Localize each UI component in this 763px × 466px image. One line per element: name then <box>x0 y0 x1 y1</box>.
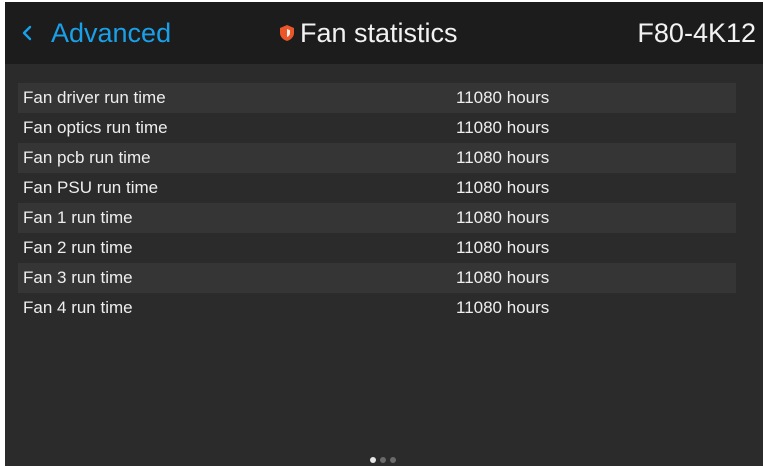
row-value: 11080 hours <box>456 118 550 137</box>
back-label: Advanced <box>51 18 172 48</box>
row-value: 11080 hours <box>456 268 550 287</box>
table-row: Fan 1 run time 11080 hours <box>18 203 736 233</box>
row-label: Fan 1 run time <box>23 208 133 227</box>
page-dot-1[interactable] <box>370 457 376 463</box>
row-value: 11080 hours <box>456 238 550 257</box>
row-value: 11080 hours <box>456 178 550 197</box>
page-title-text: Fan statistics <box>300 18 458 48</box>
row-label: Fan 3 run time <box>23 268 133 287</box>
table-row: Fan pcb run time 11080 hours <box>18 143 736 173</box>
row-label: Fan driver run time <box>23 88 166 107</box>
header-bar: Advanced Fan statistics F80-4K12 <box>5 2 763 64</box>
table-row: Fan optics run time 11080 hours <box>18 113 736 143</box>
row-label: Fan 4 run time <box>23 298 133 317</box>
table-row: Fan 2 run time 11080 hours <box>18 233 736 263</box>
page-indicator[interactable] <box>370 457 396 463</box>
fan-statistics-table: Fan driver run time 11080 hours Fan opti… <box>18 83 736 323</box>
row-value: 11080 hours <box>456 148 550 167</box>
model-name: F80-4K12 <box>637 18 756 48</box>
shield-icon <box>277 23 297 43</box>
row-label: Fan optics run time <box>23 118 168 137</box>
row-label: Fan 2 run time <box>23 238 133 257</box>
row-label: Fan PSU run time <box>23 178 159 197</box>
table-row: Fan 4 run time 11080 hours <box>18 293 736 323</box>
row-value: 11080 hours <box>456 298 550 317</box>
table-row: Fan PSU run time 11080 hours <box>18 173 736 203</box>
row-value: 11080 hours <box>456 208 550 227</box>
table-row: Fan 3 run time 11080 hours <box>18 263 736 293</box>
page-dot-2[interactable] <box>380 457 386 463</box>
chevron-left-icon <box>21 16 39 50</box>
table-row: Fan driver run time 11080 hours <box>18 83 736 113</box>
row-label: Fan pcb run time <box>23 148 151 167</box>
screen: Advanced Fan statistics F80-4K12 Fan dri… <box>5 2 763 466</box>
row-value: 11080 hours <box>456 88 550 107</box>
page-dot-3[interactable] <box>390 457 396 463</box>
back-button[interactable]: Advanced <box>21 16 171 50</box>
page-title: Fan statistics <box>277 16 458 50</box>
